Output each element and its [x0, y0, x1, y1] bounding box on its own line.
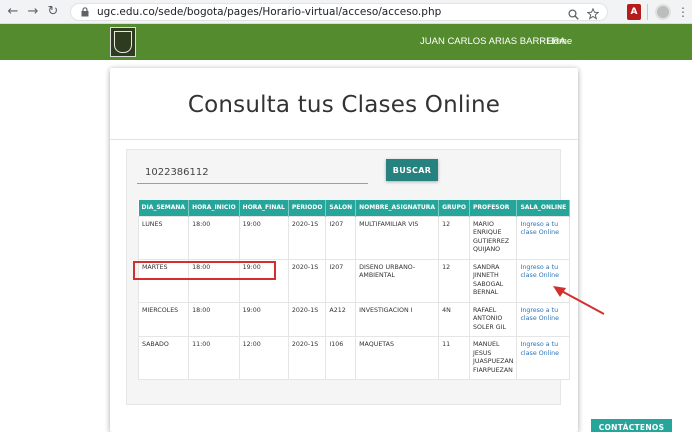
column-header[interactable]: HORA_FINAL	[239, 200, 289, 216]
star-icon[interactable]	[586, 5, 600, 24]
university-logo[interactable]	[110, 27, 136, 57]
column-header[interactable]: SALON	[325, 200, 357, 216]
column-header[interactable]: PERIODO	[288, 200, 327, 216]
group-cell: 11	[438, 336, 470, 380]
url-text: ugc.edu.co/sede/bogota/pages/Horario-vir…	[97, 6, 442, 18]
column-header[interactable]: HORA_INICIO	[188, 200, 240, 216]
room-cell: I207	[325, 258, 357, 303]
menu-kebab-icon[interactable]: ⋮	[677, 4, 689, 20]
start-time-cell: 11:00	[188, 336, 240, 380]
professor-cell: MARIO ENRIQUE GUTIERREZ QUIJANO	[468, 215, 518, 260]
online-class-link[interactable]: Ingreso a tu clase Online	[516, 258, 571, 303]
start-time-cell: 18:00	[188, 215, 240, 260]
end-time-cell: 19:00	[238, 215, 289, 260]
course-name-cell: INVESTIGACION I	[355, 301, 440, 337]
room-cell: I106	[325, 336, 357, 380]
column-header[interactable]: GRUPO	[438, 200, 470, 216]
search-button[interactable]: BUSCAR	[386, 159, 438, 181]
end-time-cell: 12:00	[238, 336, 289, 380]
period-cell: 2020-1S	[287, 336, 327, 380]
professor-cell: MANUEL JESUS JUASPUEZAN FIARPUEZAN	[468, 336, 518, 380]
group-cell: 12	[438, 215, 470, 260]
table-header-row: DIA_SEMANA HORA_INICIO HORA_FINAL PERIOD…	[138, 200, 571, 216]
period-cell: 2020-1S	[287, 301, 327, 337]
schedule-table: DIA_SEMANA HORA_INICIO HORA_FINAL PERIOD…	[137, 200, 571, 380]
contact-button[interactable]: CONTÁCTENOS	[591, 419, 672, 432]
column-header[interactable]: PROFESOR	[469, 200, 518, 216]
room-cell: A212	[325, 301, 357, 337]
table-row: SABADO 11:00 12:00 2020-1S I106 MAQUETAS…	[137, 336, 571, 380]
lock-icon	[77, 7, 93, 17]
professor-cell: SANDRA JINNETH SABOGAL BERNAL	[468, 258, 518, 303]
home-link[interactable]: - Home	[541, 36, 572, 47]
document-search-input[interactable]	[137, 161, 368, 184]
forward-arrow-icon[interactable]: →	[23, 2, 43, 22]
room-cell: I207	[325, 215, 357, 260]
table-row: LUNES 18:00 19:00 2020-1S I207 MULTIFAMI…	[137, 215, 571, 260]
start-time-cell: 18:00	[188, 301, 240, 337]
column-header[interactable]: NOMBRE_ASIGNATURA	[355, 200, 440, 216]
professor-cell: RAFAEL ANTONIO SOLER GIL	[468, 301, 518, 337]
zoom-icon[interactable]	[568, 5, 579, 24]
course-name-cell: MAQUETAS	[355, 336, 440, 380]
back-arrow-icon[interactable]: ←	[3, 2, 23, 22]
group-cell: 4N	[438, 301, 470, 337]
toolbar-divider	[647, 4, 648, 20]
page-title: Consulta tus Clases Online	[187, 92, 501, 118]
site-header: JUAN CARLOS ARIAS BARRERA - Home	[0, 24, 692, 60]
period-cell: 2020-1S	[287, 215, 327, 260]
column-header[interactable]: DIA_SEMANA	[138, 200, 190, 216]
end-time-cell: 19:00	[238, 301, 289, 337]
group-cell: 12	[438, 258, 470, 303]
pdf-extension-icon[interactable]: A	[627, 4, 641, 20]
period-cell: 2020-1S	[287, 258, 327, 303]
highlight-annotation-box	[133, 261, 276, 280]
column-header[interactable]: SALA_ONLINE	[516, 200, 571, 216]
online-class-link[interactable]: Ingreso a tu clase Online	[516, 215, 571, 260]
title-divider	[110, 139, 578, 140]
address-bar[interactable]: ugc.edu.co/sede/bogota/pages/Horario-vir…	[70, 3, 608, 21]
course-name-cell: DISENO URBANO-AMBIENTAL	[355, 258, 440, 303]
day-cell: MIERCOLES	[137, 301, 190, 337]
online-class-link[interactable]: Ingreso a tu clase Online	[516, 336, 571, 380]
day-cell: LUNES	[137, 215, 190, 260]
online-class-link[interactable]: Ingreso a tu clase Online	[516, 301, 571, 337]
course-name-cell: MULTIFAMILIAR VIS	[355, 215, 440, 260]
day-cell: SABADO	[137, 336, 190, 380]
profile-avatar-icon[interactable]	[655, 4, 671, 20]
reload-icon[interactable]: ↻	[43, 2, 63, 22]
table-row: MIERCOLES 18:00 19:00 2020-1S A212 INVES…	[137, 301, 571, 337]
